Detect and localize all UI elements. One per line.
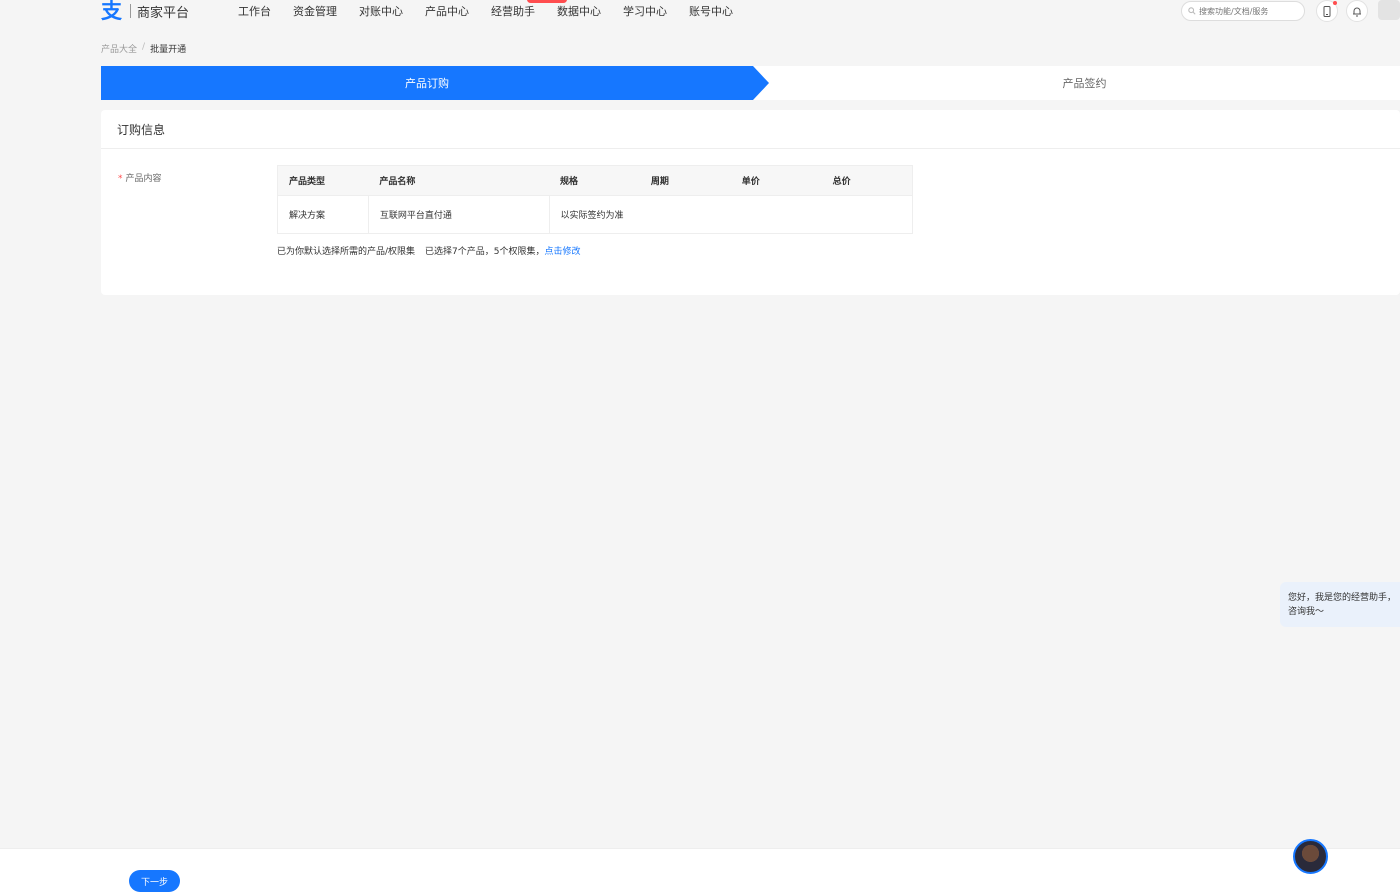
default-selection-text: 已为你默认选择所需的产品/权限集 [277,247,416,257]
bell-icon [1353,7,1361,16]
search-icon [1188,7,1196,15]
logo-text: 商家平台 [137,5,190,21]
assistant-prompt: 咨询我～ [1288,607,1325,617]
order-info-card: 订购信息 * 产品内容 产品类型 产品名称 规格 周期 单价 总价 解决方案 互联… [101,110,1400,295]
cell-name: 互联网平台直付通 [367,195,550,234]
cell-spec: 以实际签约为准 [548,195,913,234]
assistant-bubble[interactable]: 您好，我是您的经营助手， 咨询我～ [1280,582,1400,627]
column-header-period: 周期 [639,165,731,196]
product-content-label: * 产品内容 [118,171,162,184]
logo[interactable]: 支 商家平台 [101,0,189,22]
nav-item-account[interactable]: 账号中心 [689,3,733,19]
top-navigation: 支 商家平台 工作台 资金管理 对账中心 产品中心 经营助手 数据中心 学习中心… [0,0,1400,26]
user-avatar[interactable] [1378,0,1400,20]
column-header-type: 产品类型 [277,165,369,196]
step-product-sign: 产品签约 [769,66,1400,100]
cell-type: 解决方案 [277,195,369,234]
next-step-button[interactable]: 下一步 [129,870,180,892]
nav-item-reconciliation[interactable]: 对账中心 [359,3,403,19]
alipay-logo-icon: 支 [101,0,122,23]
mobile-button[interactable] [1316,0,1338,22]
column-header-name: 产品名称 [368,165,550,196]
steps-bar: 产品订购 产品签约 [101,66,1400,100]
nav-item-funds[interactable]: 资金管理 [293,3,337,19]
selection-note: 已为你默认选择所需的产品/权限集 已选择7个产品，5个权限集，点击修改 [277,244,581,257]
product-table: 产品类型 产品名称 规格 周期 单价 总价 解决方案 互联网平台直付通 以实际签… [277,165,913,234]
card-title: 订购信息 [101,110,1400,149]
required-mark: * [118,174,123,184]
nav-item-business-assistant-label: 经营助手 [491,5,535,18]
footer-bar: 下一步 [0,848,1400,893]
notification-button[interactable] [1346,0,1368,22]
step-product-order: 产品订购 [101,66,753,100]
table-header-row: 产品类型 产品名称 规格 周期 单价 总价 [277,165,913,196]
breadcrumb: 产品大全 / 批量开通 [101,42,186,55]
global-search[interactable] [1181,1,1305,21]
nav-item-business-assistant[interactable]: 经营助手 [491,0,567,19]
logo-divider [130,4,131,18]
main-menu: 工作台 资金管理 对账中心 产品中心 经营助手 数据中心 学习中心 账号中心 [238,0,755,19]
breadcrumb-current: 批量开通 [150,45,187,55]
assistant-avatar-icon[interactable] [1293,839,1328,874]
column-header-unit-price: 单价 [730,165,822,196]
nav-item-learning[interactable]: 学习中心 [623,3,667,19]
modify-link[interactable]: 点击修改 [545,247,581,257]
selected-count-text: 已选择7个产品，5个权限集， [425,247,545,257]
nav-item-products[interactable]: 产品中心 [425,3,469,19]
nav-item-data[interactable]: 数据中心 [557,3,601,19]
mobile-icon [1323,5,1331,17]
product-content-label-text: 产品内容 [125,174,162,184]
notification-dot [1333,1,1337,5]
breadcrumb-separator: / [142,42,146,52]
breadcrumb-parent[interactable]: 产品大全 [101,42,137,55]
table-row: 解决方案 互联网平台直付通 以实际签约为准 [277,195,913,234]
step-product-order-label: 产品订购 [405,77,449,90]
step-arrow [753,66,769,100]
column-header-total-price: 总价 [821,165,913,196]
step-product-sign-label: 产品签约 [1062,77,1107,90]
nav-item-workbench[interactable]: 工作台 [238,3,271,19]
column-header-spec: 规格 [549,165,640,196]
search-input[interactable] [1199,6,1299,16]
assistant-greeting: 您好，我是您的经营助手， [1288,593,1397,603]
